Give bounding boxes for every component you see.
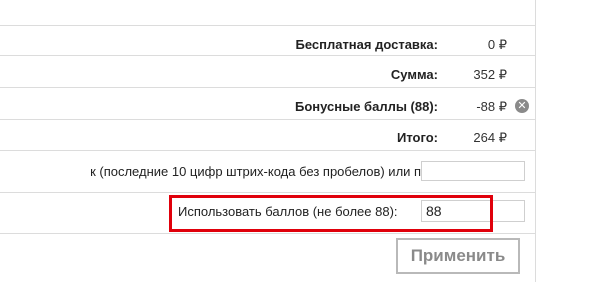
summary-value: 0 ₽ — [487, 37, 507, 52]
summary-row-delivery: Бесплатная доставка: 0 ₽ — [0, 30, 535, 60]
summary-value: 264 ₽ — [473, 130, 507, 145]
use-points-input[interactable] — [421, 200, 525, 222]
panel-right-border — [535, 0, 536, 282]
summary-label: Бонусные баллы (88): — [294, 99, 438, 114]
row-divider — [0, 25, 535, 26]
summary-value: -88 ₽ — [476, 99, 507, 114]
summary-label: Сумма: — [390, 67, 438, 82]
apply-button[interactable]: Применить — [396, 238, 520, 274]
remove-bonus-icon[interactable]: ✕ — [515, 99, 529, 113]
promo-code-input[interactable] — [421, 161, 525, 181]
summary-label: Бесплатная доставка: — [295, 37, 438, 52]
use-points-label: Использовать баллов (не более 88): — [178, 204, 398, 219]
summary-row-subtotal: Сумма: 352 ₽ — [0, 60, 535, 90]
summary-row-bonus-points: Бонусные баллы (88): -88 ₽ ✕ — [0, 92, 535, 122]
row-divider — [0, 192, 535, 193]
summary-row-total: Итого: 264 ₽ — [0, 123, 535, 153]
row-divider — [0, 233, 535, 234]
summary-value: 352 ₽ — [473, 67, 507, 82]
summary-label: Итого: — [397, 130, 438, 145]
